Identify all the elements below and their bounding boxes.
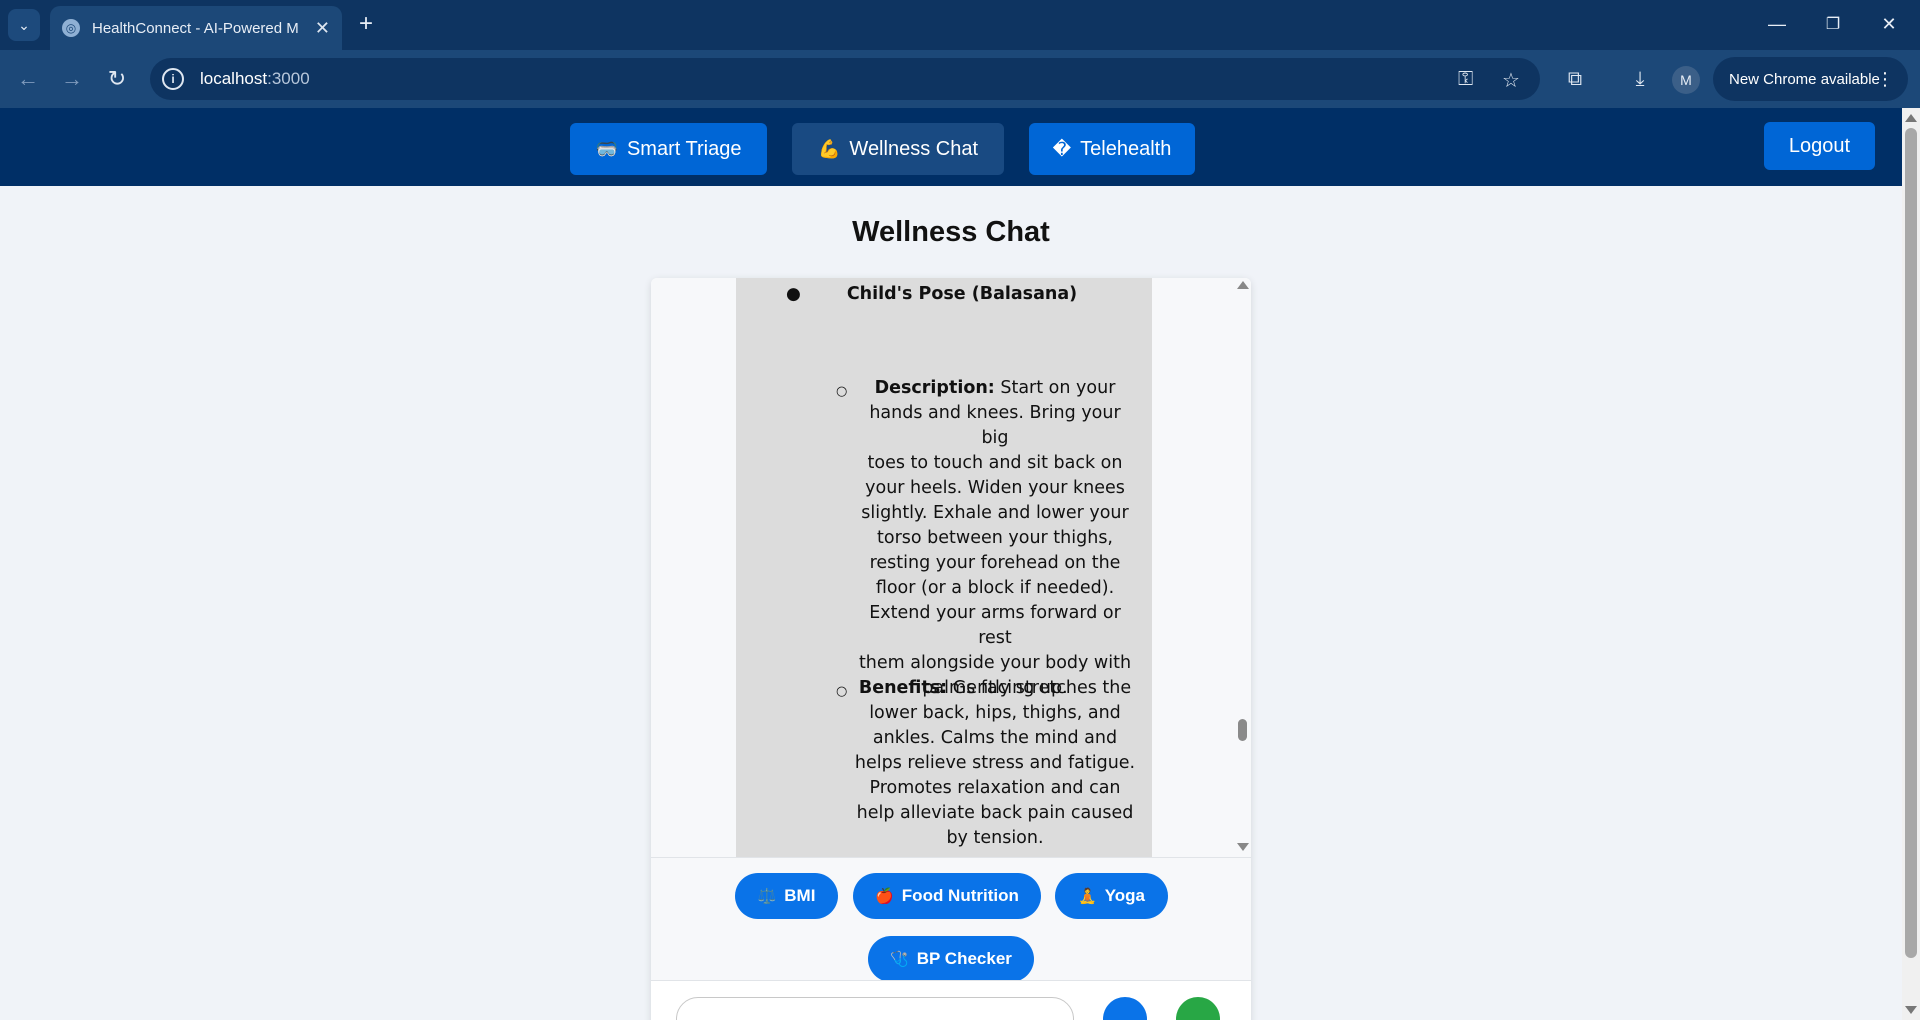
nav-wellness-chat[interactable]: 💪 Wellness Chat [792, 123, 1004, 175]
food-nutrition-button-label: Food Nutrition [901, 886, 1019, 905]
download-icon[interactable]: ⤓ [1624, 63, 1656, 95]
description-label: Description: [874, 378, 995, 398]
bmi-button[interactable]: ⚖️ BMI [735, 873, 838, 919]
scroll-up-arrow-icon[interactable] [1237, 281, 1249, 289]
tab-title: HealthConnect - AI-Powered M [92, 19, 299, 37]
new-tab-plus-icon[interactable]: + [352, 10, 380, 38]
message-input[interactable] [676, 997, 1074, 1020]
browser-tab-active[interactable]: ◎ HealthConnect - AI-Powered M ✕ [50, 6, 342, 50]
nav-smart-triage-label: Smart Triage [626, 137, 742, 160]
page-scroll-down-icon[interactable] [1905, 1006, 1917, 1014]
close-tab-icon[interactable]: ✕ [315, 18, 330, 39]
tab-search-chevron-icon[interactable]: ⌄ [8, 9, 40, 41]
pose-benefits: Benefits: Gently stretches the lower bac… [854, 678, 1136, 848]
browser-tabstrip: ⌄ ◎ HealthConnect - AI-Powered M ✕ + — ❐… [0, 0, 1920, 50]
nav-telehealth[interactable]: � Telehealth [1029, 123, 1195, 175]
update-label: New Chrome available [1729, 70, 1880, 88]
nav-smart-triage[interactable]: 🥽 Smart Triage [570, 123, 767, 175]
chat-messages[interactable]: ● Child's Pose (Balasana) ○ Description:… [651, 278, 1251, 857]
restore-icon[interactable]: ❐ [1810, 8, 1856, 40]
chat-scroll-thumb[interactable] [1238, 719, 1247, 741]
back-arrow-icon[interactable]: ← [12, 63, 44, 95]
site-info-icon[interactable]: i [162, 68, 184, 90]
chat-panel: ● Child's Pose (Balasana) ○ Description:… [651, 278, 1251, 1020]
nav-wellness-chat-label: Wellness Chat [849, 137, 978, 160]
bmi-button-label: BMI [784, 886, 816, 905]
flexed-biceps-icon: 💪 [818, 138, 841, 159]
chat-scrollbar[interactable] [1234, 278, 1251, 857]
list-sub-bullet: ○ [836, 384, 848, 399]
pose-description: Description: Start on your hands and kne… [858, 378, 1132, 698]
chrome-update-button[interactable]: New Chrome available ⋮ [1713, 57, 1908, 101]
logout-button[interactable]: Logout [1764, 122, 1875, 170]
minimize-icon[interactable]: — [1754, 8, 1800, 40]
bp-checker-button[interactable]: 🩺 BP Checker [868, 936, 1034, 982]
yoga-pose-icon: 🧘 [1078, 888, 1097, 905]
page-scroll-thumb[interactable] [1905, 128, 1917, 958]
globe-icon: ◎ [62, 19, 80, 37]
page-title: Wellness Chat [852, 216, 1050, 248]
stethoscope-icon: 🩺 [890, 951, 909, 968]
address-bar[interactable]: i localhost:3000 ⚿ ☆ [150, 58, 1540, 100]
profile-avatar[interactable]: M [1672, 66, 1700, 94]
close-window-icon[interactable]: ✕ [1866, 8, 1912, 40]
page-scrollbar[interactable] [1902, 108, 1920, 1020]
bookmark-star-icon[interactable]: ☆ [1502, 68, 1520, 93]
browser-toolbar: ← → ↻ i localhost:3000 ⚿ ☆ ⧉ ⤓ [0, 50, 1920, 108]
apple-icon: 🍎 [875, 888, 894, 905]
list-sub-bullet: ○ [836, 684, 848, 699]
app-navbar: 🥽 Smart Triage 💪 Wellness Chat � Telehea… [0, 108, 1902, 186]
page-viewport: 🥽 Smart Triage 💪 Wellness Chat � Telehea… [0, 108, 1920, 1020]
password-key-icon[interactable]: ⚿ [1458, 68, 1473, 91]
benefits-label: Benefits: [858, 678, 948, 698]
scroll-down-arrow-icon[interactable] [1237, 843, 1249, 851]
send-button[interactable] [1103, 997, 1147, 1020]
missing-glyph-icon: � [1052, 138, 1072, 159]
food-nutrition-button[interactable]: 🍎 Food Nutrition [853, 873, 1041, 919]
goggles-icon: 🥽 [595, 138, 618, 159]
url-text: localhost:3000 [200, 69, 310, 88]
pose-title: Child's Pose (Balasana) [846, 284, 1078, 304]
chat-input-row [651, 980, 1251, 1020]
nav-telehealth-label: Telehealth [1080, 137, 1172, 160]
kebab-menu-icon[interactable]: ⋮ [1876, 69, 1894, 90]
extensions-puzzle-icon[interactable]: ⧉ [1559, 63, 1591, 95]
voice-input-button[interactable] [1176, 997, 1220, 1020]
yoga-button[interactable]: 🧘 Yoga [1055, 873, 1168, 919]
yoga-button-label: Yoga [1104, 886, 1145, 905]
bp-checker-button-label: BP Checker [916, 949, 1012, 968]
balance-scale-icon: ⚖️ [757, 888, 777, 905]
reload-icon[interactable]: ↻ [101, 63, 133, 95]
bot-message-bubble: ● Child's Pose (Balasana) ○ Description:… [736, 278, 1152, 857]
page-scroll-up-icon[interactable] [1905, 114, 1917, 122]
forward-arrow-icon[interactable]: → [56, 63, 88, 95]
